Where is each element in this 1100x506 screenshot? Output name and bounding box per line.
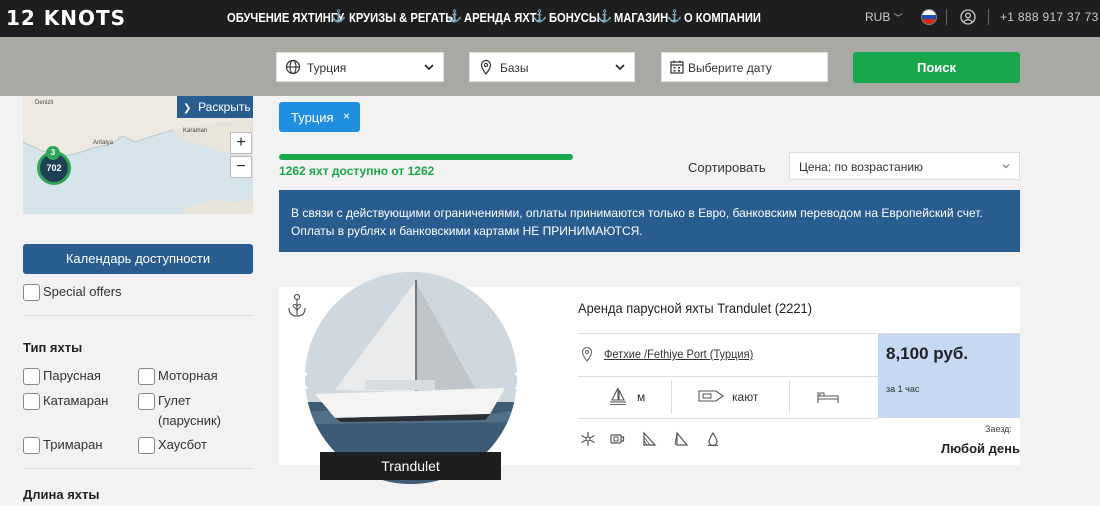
russian-flag-icon[interactable] — [921, 9, 937, 25]
engine-icon — [610, 434, 625, 444]
bed-icon — [817, 392, 839, 403]
yacht-type-label: Гулет (парусник) — [158, 393, 221, 428]
search-button[interactable]: Поиск — [853, 52, 1020, 83]
currency-selector[interactable]: RUB ﹀ — [865, 10, 903, 24]
yacht-type-checkbox-houseboat[interactable] — [138, 437, 155, 454]
genoa-sail-icon — [674, 431, 689, 446]
yacht-type-title: Тип яхты — [23, 340, 83, 355]
yacht-type-checkbox-catamaran[interactable] — [23, 393, 40, 410]
close-icon[interactable]: × — [343, 109, 350, 123]
nav-item-training[interactable]: ОБУЧЕНИЕ ЯХТИНГУ — [227, 10, 344, 25]
nav-item-about[interactable]: О КОМПАНИИ — [684, 10, 761, 25]
map-label: Antalya — [93, 140, 114, 146]
map-label: Denizli — [35, 100, 54, 106]
chevron-right-icon: ❯ — [183, 103, 192, 114]
yacht-type-label: Катамаран — [43, 393, 109, 408]
divider — [988, 9, 989, 25]
yacht-type-label: Тримаран — [43, 437, 103, 452]
chevron-left-icon[interactable]: ❮ — [297, 370, 310, 390]
price-unit: за 1 час — [886, 384, 920, 394]
sailboat-length-icon — [610, 387, 626, 405]
logo[interactable]: 12 KNOTS — [6, 6, 126, 30]
divider — [671, 380, 672, 414]
anchor-separator-icon: ⚓ — [667, 9, 682, 23]
chevron-down-icon — [1002, 164, 1010, 169]
sort-select[interactable]: Цена: по возрастанию — [789, 152, 1020, 180]
bases-placeholder: Базы — [500, 61, 529, 75]
yacht-type-label: Хаусбот — [158, 437, 207, 452]
anchor-separator-icon: ⚓ — [447, 9, 462, 23]
yacht-title[interactable]: Аренда парусной яхты Trandulet (2221) — [578, 300, 812, 316]
phone-number[interactable]: +1 888 917 37 73 — [1000, 10, 1099, 24]
yacht-type-label: Моторная — [158, 368, 218, 383]
expand-map-label: Раскрыть — [198, 100, 251, 114]
nav-item-charter[interactable]: АРЕНДА ЯХТ — [464, 10, 537, 25]
sort-value: Цена: по возрастанию — [799, 160, 924, 174]
chip-label: Турция — [291, 110, 334, 125]
calendar-icon — [670, 60, 684, 74]
mainsail-icon — [643, 431, 657, 446]
country-value: Турция — [307, 61, 347, 75]
map-label: Karaman — [183, 128, 208, 134]
payment-notice: В связи с действующими ограничениями, оп… — [279, 190, 1020, 252]
cabins-label: кают — [732, 390, 759, 404]
zoom-in-button[interactable]: + — [230, 132, 252, 154]
air-conditioning-icon — [581, 432, 595, 446]
divider — [789, 380, 790, 414]
map-cluster-badge[interactable]: 3 — [46, 146, 60, 160]
nav-item-cruises[interactable]: КРУИЗЫ & РЕГАТЫ — [349, 10, 456, 25]
divider — [946, 9, 947, 25]
water-drop-icon — [708, 431, 718, 447]
anchor-separator-icon: ⚓ — [532, 9, 547, 23]
divider — [23, 468, 253, 469]
special-offers-checkbox[interactable] — [23, 284, 40, 301]
yacht-type-checkbox-gulet[interactable] — [138, 393, 155, 410]
date-input[interactable]: Выберите дату — [661, 52, 828, 82]
anchor-separator-icon: ⚓ — [597, 9, 612, 23]
yacht-type-checkbox-sailing[interactable] — [23, 368, 40, 385]
divider — [23, 315, 253, 316]
yacht-type-label: Парусная — [43, 368, 101, 383]
check-in-label: Заезд: — [985, 424, 1012, 434]
nav-item-shop[interactable]: МАГАЗИН — [614, 10, 668, 25]
globe-icon — [285, 59, 301, 75]
user-account-icon[interactable] — [960, 9, 976, 25]
price-value: 8,100 руб. — [886, 344, 969, 363]
check-in-value: Любой день — [941, 441, 1020, 456]
sort-label: Сортировать — [688, 160, 766, 175]
zoom-out-button[interactable]: − — [230, 156, 252, 178]
date-placeholder: Выберите дату — [688, 61, 772, 75]
active-filter-chip[interactable]: Турция × — [279, 102, 360, 132]
country-select[interactable]: Турция — [276, 52, 444, 82]
special-offers-label: Special offers — [43, 284, 122, 299]
anchor-heart-icon — [288, 293, 306, 317]
cabin-icon — [698, 390, 724, 402]
yacht-type-checkbox-trimaran[interactable] — [23, 437, 40, 454]
location-pin-icon — [480, 59, 492, 75]
top-navigation: 12 KNOTS ОБУЧЕНИЕ ЯХТИНГУ ⚓ КРУИЗЫ & РЕГ… — [0, 0, 1100, 37]
divider — [578, 418, 878, 419]
chevron-right-icon[interactable]: ❯ — [512, 370, 525, 390]
location-pin-icon — [581, 346, 593, 362]
chevron-down-icon — [615, 64, 625, 71]
search-bar: Турция Базы Выберите дату Поиск — [0, 37, 1100, 96]
yacht-length-title: Длина яхты — [23, 487, 100, 502]
boat-name-label: Trandulet — [320, 452, 501, 480]
currency-label: RUB — [865, 10, 891, 24]
cluster-count: 702 — [46, 163, 62, 173]
results-count: 1262 яхт доступно от 1262 — [279, 164, 435, 178]
bases-select[interactable]: Базы — [469, 52, 635, 82]
yacht-location-link[interactable]: Фетхие /Fethiye Port (Турция) — [604, 347, 753, 361]
nav-item-bonuses[interactable]: БОНУСЫ — [549, 10, 600, 25]
availability-calendar-button[interactable]: Календарь доступности — [23, 244, 253, 274]
chevron-down-icon: ﹀ — [893, 13, 903, 23]
expand-map-button[interactable]: ❯ Раскрыть — [177, 96, 253, 118]
anchor-separator-icon: ⚓ — [331, 9, 346, 23]
results-progress-fill — [279, 154, 573, 160]
divider — [578, 376, 878, 377]
chevron-down-icon — [424, 64, 434, 71]
length-unit: м — [637, 390, 646, 404]
flag-stripe — [922, 19, 936, 24]
yacht-type-checkbox-motor[interactable] — [138, 368, 155, 385]
